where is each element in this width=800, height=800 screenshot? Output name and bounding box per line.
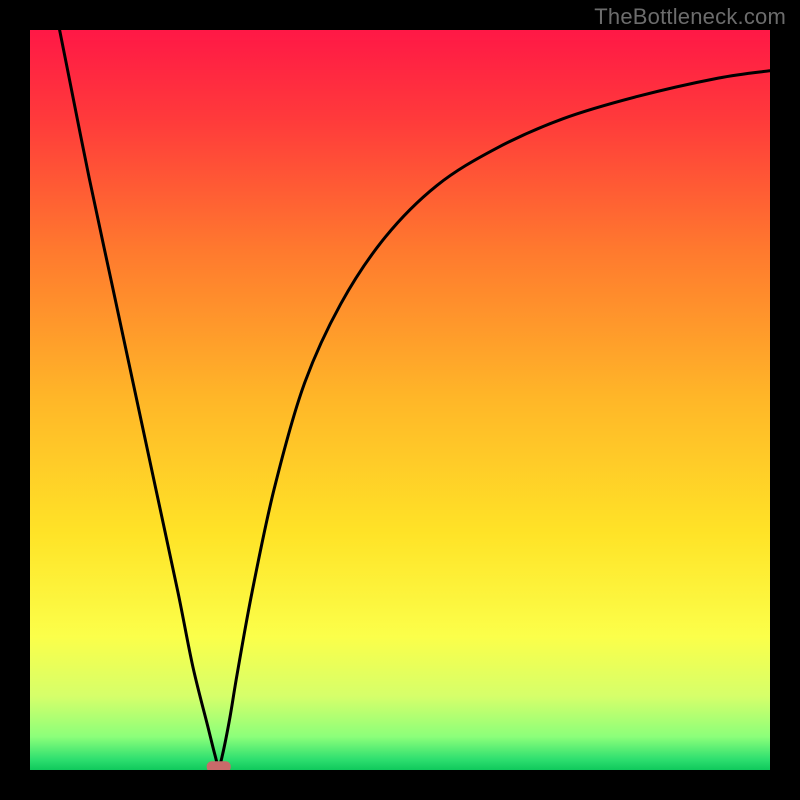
plot-area (30, 30, 770, 770)
watermark-text: TheBottleneck.com (594, 4, 786, 30)
optimal-point-marker (207, 761, 231, 770)
chart-frame: TheBottleneck.com (0, 0, 800, 800)
gradient-background (30, 30, 770, 770)
bottleneck-curve-chart (30, 30, 770, 770)
